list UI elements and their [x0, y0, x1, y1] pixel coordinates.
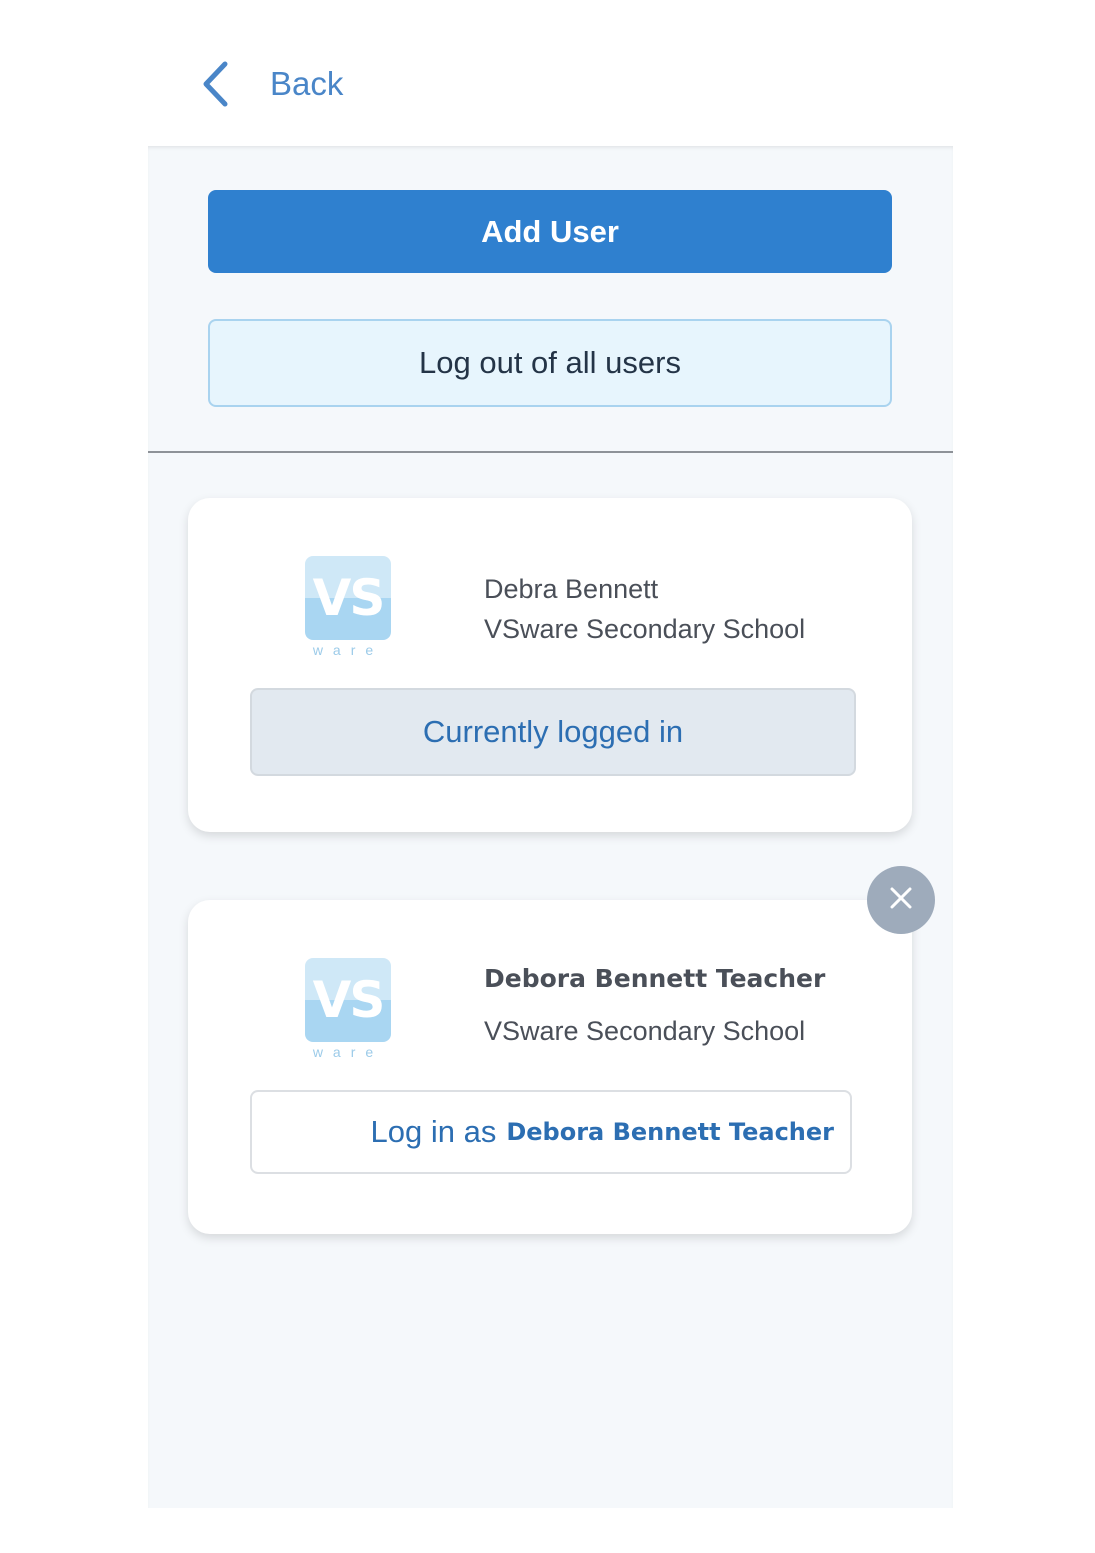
- close-icon: [888, 885, 914, 916]
- login-as-prefix: Log in as: [370, 1114, 497, 1149]
- account-card-current: VS ware Debra Bennett VSware Secondary S…: [188, 498, 912, 832]
- account-card-other: VS ware Debora Bennett Teacher VSware Se…: [188, 900, 912, 1234]
- chevron-left-icon: [200, 60, 230, 108]
- accounts-panel: Add User Log out of all users VS ware De…: [148, 146, 953, 1508]
- add-user-button[interactable]: Add User: [208, 190, 892, 273]
- account-school-name: VSware Secondary School: [484, 614, 806, 644]
- school-logo: VS ware: [305, 556, 391, 660]
- login-as-button[interactable]: Log in as Debora Bennett Teacher: [250, 1090, 852, 1174]
- back-button[interactable]: Back: [200, 56, 343, 112]
- logout-all-users-button[interactable]: Log out of all users: [208, 319, 892, 407]
- school-logo: VS ware: [305, 958, 391, 1062]
- account-school-name: VSware Secondary School: [484, 1016, 806, 1046]
- remove-account-button[interactable]: [867, 866, 935, 934]
- back-label: Back: [270, 65, 344, 102]
- currently-logged-in-status: Currently logged in: [250, 688, 856, 776]
- account-user-name: Debora Bennett Teacher: [484, 964, 826, 993]
- login-as-user-name: Debora Bennett Teacher: [506, 1118, 834, 1146]
- account-user-name: Debra Bennett: [484, 574, 659, 604]
- divider: [148, 451, 953, 453]
- top-bar: Back: [148, 0, 953, 146]
